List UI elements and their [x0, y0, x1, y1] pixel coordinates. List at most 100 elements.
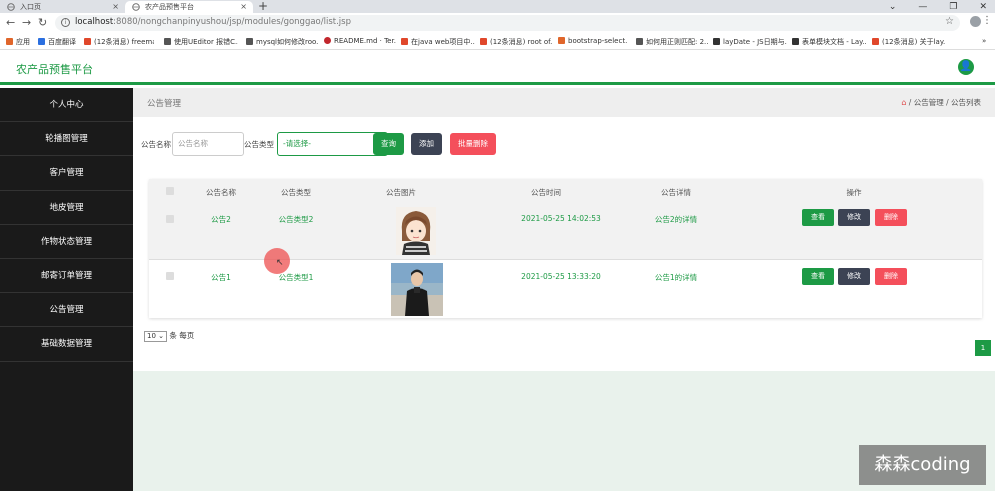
sidebar: 个人中心 轮播图管理 客户管理 地皮管理 作物状态管理 邮寄订单管理 公告管理 … [0, 88, 133, 491]
pagination-page-1[interactable]: 1 [975, 340, 991, 356]
bookmark-item[interactable]: 如何用正则匹配: 2... [636, 37, 708, 47]
bookmark-favicon-icon [558, 37, 565, 44]
address-bar[interactable]: i localhost:8080/nongchanpinyushou/jsp/m… [55, 15, 960, 31]
view-button[interactable]: 查看 [802, 268, 834, 285]
sidebar-item-profile[interactable]: 个人中心 [0, 88, 133, 123]
more-menu-icon[interactable]: ⋮ [982, 15, 992, 26]
table-header-row: 公告名称 公告类型 公告图片 公告时间 公告详情 操作 [149, 179, 982, 201]
browser-tab-app[interactable]: 农产品预售平台 × [125, 1, 253, 13]
tab-label: 农产品预售平台 [145, 3, 194, 11]
page-size-suffix: 条 每页 [169, 331, 195, 340]
add-button[interactable]: 添加 [411, 133, 442, 155]
app-title: 农产品预售平台 [16, 63, 93, 76]
globe-icon [7, 3, 15, 11]
bookmark-item[interactable]: 百度翻译 [38, 37, 76, 47]
main-content: 公告管理 ⌂ / 公告管理 / 公告列表 公告名称 公告名称 公告类型 -请选择… [133, 88, 995, 491]
edit-button[interactable]: 修改 [838, 268, 870, 285]
bookmark-item[interactable]: README.md · Ter... [324, 37, 396, 45]
browser-tab-bar: 入口页 × 农产品预售平台 × + ⌄ — ❐ ✕ [0, 0, 995, 13]
bookmark-item[interactable]: 使用UEditor 报错C... [164, 37, 238, 47]
row-detail: 公告1的详情 [654, 273, 698, 282]
column-header: 公告图片 [386, 188, 416, 197]
home-icon[interactable]: ⌂ [901, 98, 906, 107]
name-label: 公告名称 [141, 140, 171, 149]
restore-icon[interactable]: ❐ [949, 2, 957, 12]
select-all-checkbox[interactable] [166, 187, 174, 195]
sidebar-item-base-data[interactable]: 基础数据管理 [0, 327, 133, 362]
bookmark-favicon-icon [38, 38, 45, 45]
sidebar-item-carousel[interactable]: 轮播图管理 [0, 122, 133, 157]
page-size-selector: 10 ⌄ 条 每页 [144, 330, 194, 342]
forward-arrow-icon[interactable]: → [22, 16, 31, 29]
type-label: 公告类型 [244, 140, 274, 149]
profile-avatar[interactable] [970, 16, 981, 27]
row-checkbox[interactable] [166, 215, 174, 223]
close-icon[interactable]: × [112, 1, 119, 13]
url-text: localhost:8080/nongchanpinyushou/jsp/mod… [75, 17, 351, 27]
star-icon[interactable]: ☆ [945, 16, 954, 27]
browser-tab-entry[interactable]: 入口页 × [0, 1, 125, 13]
watermark: 森森coding [859, 445, 986, 485]
type-select[interactable]: -请选择-⌄ [277, 132, 388, 156]
column-header: 公告名称 [206, 188, 236, 197]
bookmark-item[interactable]: (12条消息) freema... [84, 37, 154, 47]
sidebar-item-mail-orders[interactable]: 邮寄订单管理 [0, 259, 133, 294]
page-size-select[interactable]: 10 ⌄ [144, 330, 167, 342]
delete-button[interactable]: 删除 [875, 209, 907, 226]
back-arrow-icon[interactable]: ← [6, 16, 15, 29]
delete-button[interactable]: 删除 [875, 268, 907, 285]
query-button[interactable]: 查询 [373, 133, 404, 155]
bookmark-item[interactable]: (12条消息) root of... [480, 37, 552, 47]
row-detail: 公告2的详情 [654, 215, 698, 224]
reload-icon[interactable]: ↻ [38, 16, 47, 29]
row-name: 公告2 [211, 215, 231, 224]
close-icon[interactable]: × [240, 1, 247, 13]
close-window-icon[interactable]: ✕ [979, 2, 987, 12]
bookmark-item[interactable]: mysql如何修改roo... [246, 37, 318, 47]
bookmark-item[interactable]: 应用 [6, 37, 30, 47]
edit-button[interactable]: 修改 [838, 209, 870, 226]
row-type: 公告类型2 [278, 215, 314, 224]
column-header: 公告时间 [531, 188, 561, 197]
info-icon[interactable]: i [61, 18, 70, 27]
bookmark-favicon-icon [164, 38, 171, 45]
sidebar-item-customers[interactable]: 客户管理 [0, 156, 133, 191]
sidebar-item-land[interactable]: 地皮管理 [0, 191, 133, 225]
apps-grid-icon [6, 38, 13, 45]
bookmark-item[interactable]: (12条消息) 关于lay... [872, 37, 946, 47]
bookmark-favicon-icon [246, 38, 253, 45]
bookmark-item[interactable]: 表单模块文档 - Lay... [792, 37, 866, 47]
user-icon[interactable]: 👤 [958, 59, 974, 75]
sidebar-item-crop-status[interactable]: 作物状态管理 [0, 225, 133, 259]
tab-label: 入口页 [20, 3, 41, 11]
minimize-icon[interactable]: — [918, 2, 927, 12]
bookmark-item[interactable]: layDate - JS日期与... [713, 37, 787, 47]
batch-delete-button[interactable]: 批量删除 [450, 133, 496, 155]
bookmark-item[interactable]: 在java web项目中... [401, 37, 475, 47]
bookmark-favicon-icon [84, 38, 91, 45]
page-title: 公告管理 [147, 99, 182, 109]
chevron-down-icon[interactable]: ⌄ [889, 2, 897, 12]
announcement-image [391, 263, 443, 316]
bookmark-favicon-icon [792, 38, 799, 45]
bookmark-favicon-icon [636, 38, 643, 45]
bookmark-item[interactable]: bootstrap-select... [558, 37, 628, 45]
bookmark-favicon-icon [401, 38, 408, 45]
row-name: 公告1 [211, 273, 231, 282]
bookmark-favicon-icon [480, 38, 487, 45]
name-search-input[interactable]: 公告名称 [172, 132, 244, 156]
app-header: 农产品预售平台 👤 [0, 51, 995, 85]
globe-icon [132, 3, 140, 11]
column-header: 公告详情 [661, 188, 691, 197]
row-time: 2021-05-25 13:33:20 [521, 272, 601, 281]
row-checkbox[interactable] [166, 272, 174, 280]
bookmarks-overflow-icon[interactable]: » [982, 37, 986, 45]
sidebar-item-announcements[interactable]: 公告管理 [0, 293, 133, 328]
new-tab-button[interactable]: + [258, 0, 268, 13]
bookmarks-bar: 应用 百度翻译 (12条消息) freema... 使用UEditor 报错C.… [0, 33, 995, 50]
column-header: 公告类型 [281, 188, 311, 197]
view-button[interactable]: 查看 [802, 209, 834, 226]
bookmark-favicon-icon [324, 37, 331, 44]
window-controls: ⌄ — ❐ ✕ [889, 0, 987, 13]
browser-toolbar: ← → ↻ i localhost:8080/nongchanpinyushou… [0, 13, 995, 33]
